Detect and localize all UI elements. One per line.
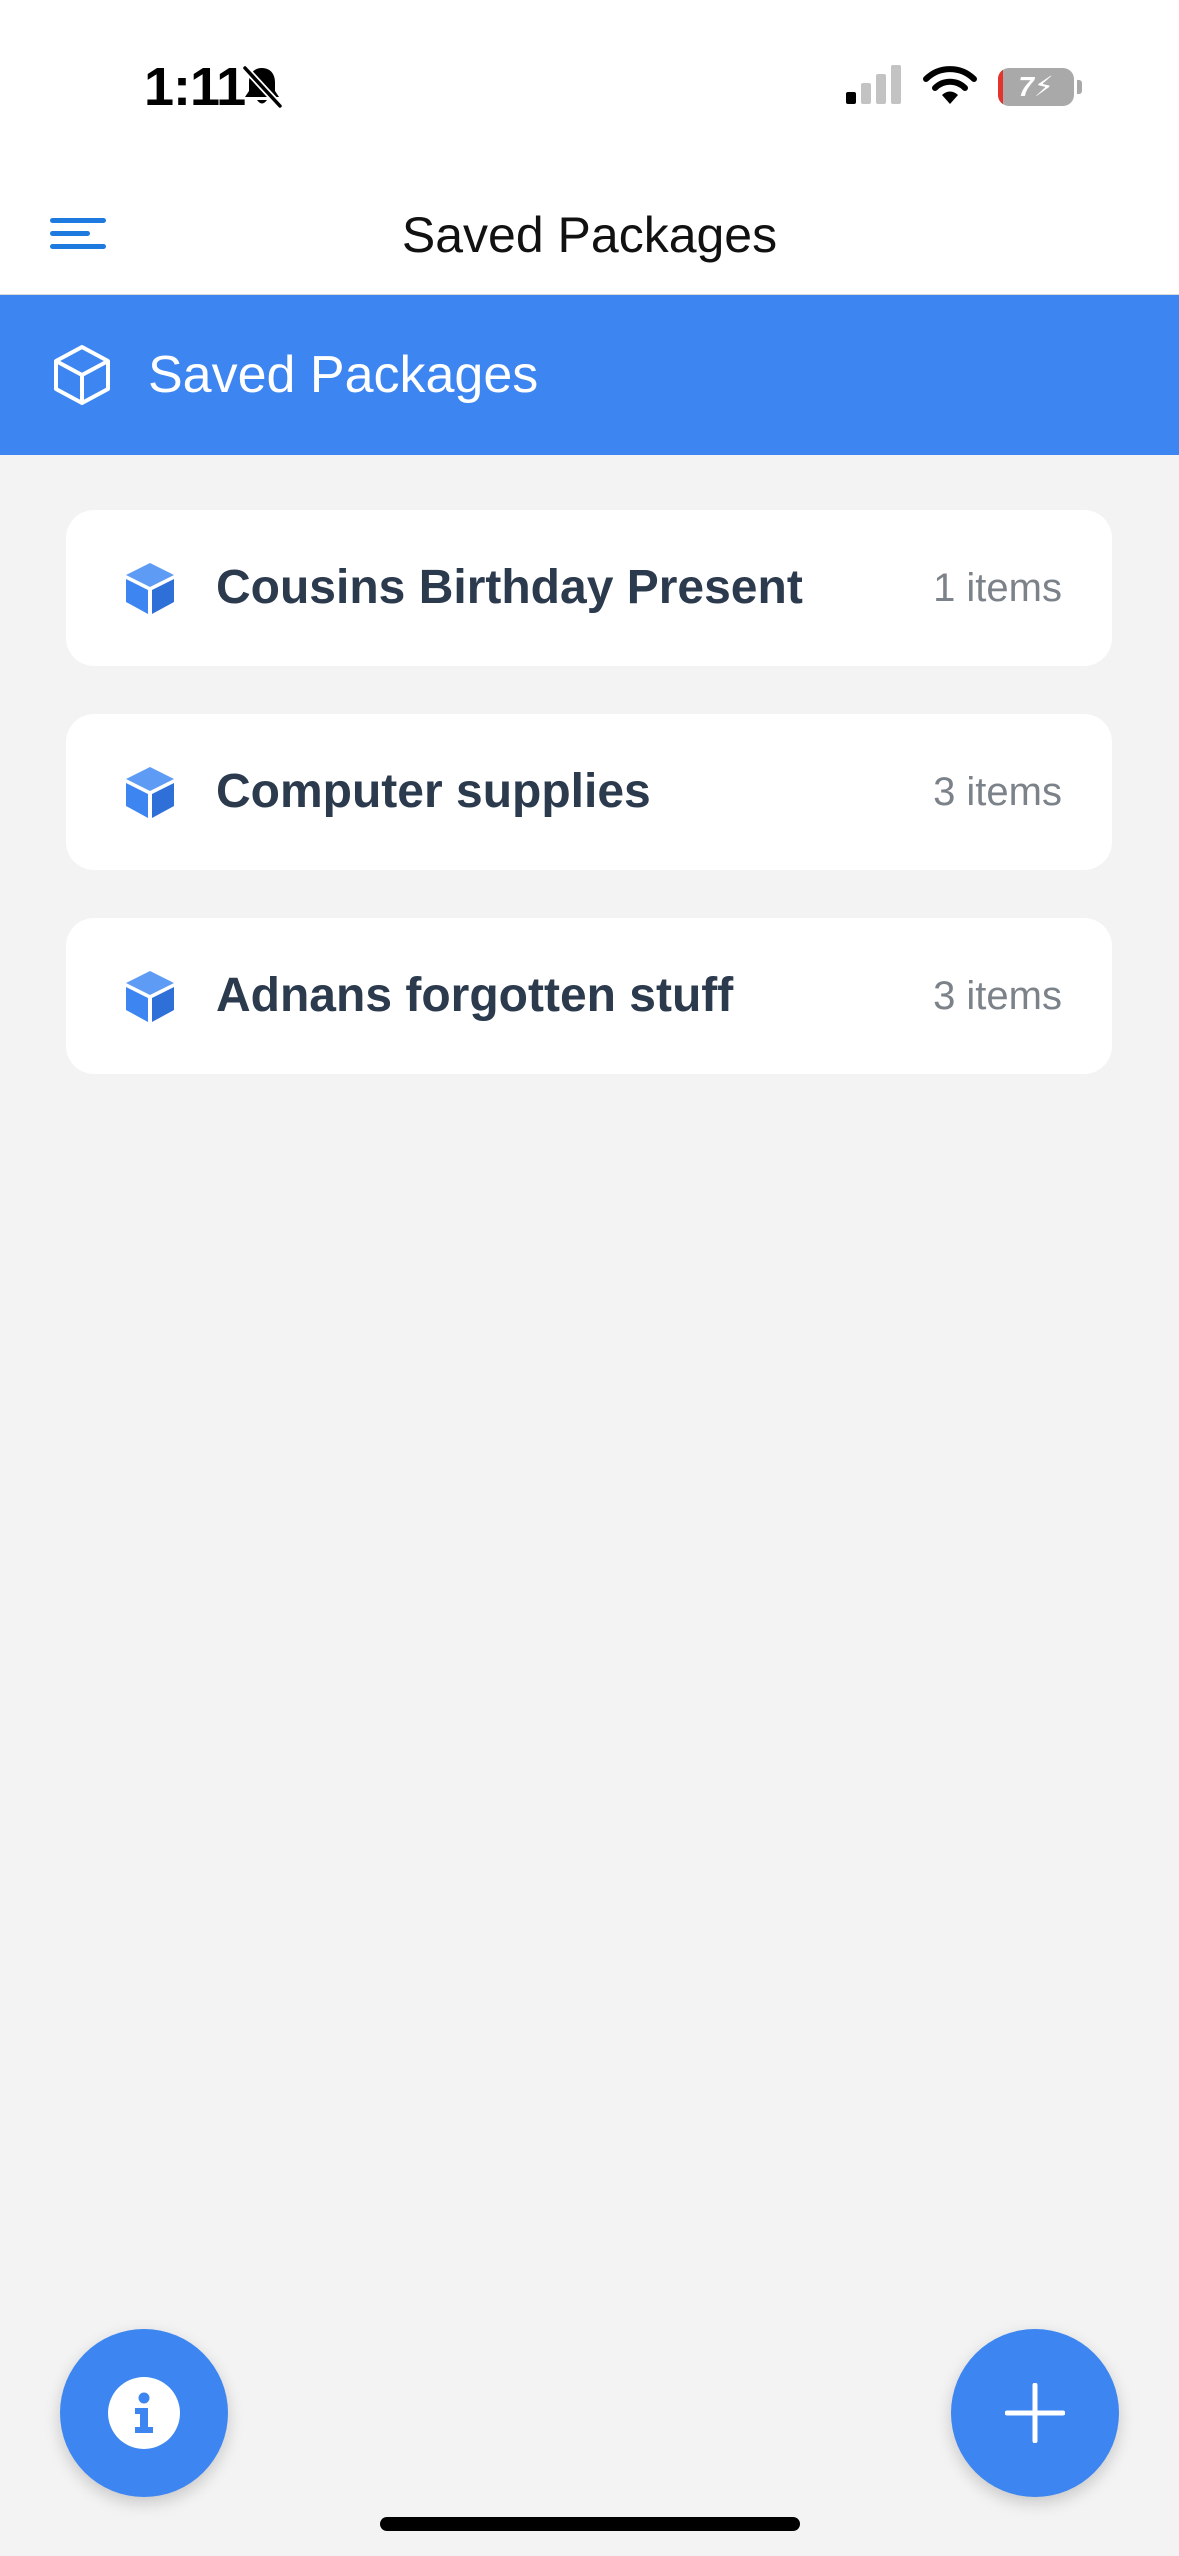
add-package-button[interactable]	[951, 2329, 1119, 2497]
package-name: Adnans forgotten stuff	[216, 969, 734, 1022]
package-item-count: 3 items	[933, 974, 1062, 1018]
battery-level-text: 7⚡	[998, 70, 1074, 104]
package-icon	[126, 767, 174, 818]
package-card[interactable]: Computer supplies 3 items	[66, 714, 1112, 870]
package-item-count: 3 items	[933, 770, 1062, 814]
info-icon	[108, 2377, 180, 2449]
status-bar: 1:11 7⚡	[0, 0, 1179, 176]
package-icon	[126, 563, 174, 614]
plus-icon	[1005, 2383, 1065, 2443]
info-button[interactable]	[60, 2329, 228, 2497]
package-name: Computer supplies	[216, 765, 651, 818]
wifi-icon	[923, 66, 977, 104]
header-banner: Saved Packages	[0, 295, 1179, 455]
home-indicator[interactable]	[380, 2517, 800, 2531]
package-outline-icon	[54, 345, 110, 405]
package-card[interactable]: Adnans forgotten stuff 3 items	[66, 918, 1112, 1074]
banner-title: Saved Packages	[148, 346, 539, 404]
package-icon	[126, 971, 174, 1022]
nav-bar: Saved Packages	[0, 176, 1179, 295]
cellular-signal-icon	[846, 65, 901, 104]
package-item-count: 1 items	[933, 566, 1062, 610]
package-list: Cousins Birthday Present 1 items Compute…	[66, 510, 1112, 1122]
battery-icon: 7⚡	[998, 68, 1074, 106]
package-card[interactable]: Cousins Birthday Present 1 items	[66, 510, 1112, 666]
package-name: Cousins Birthday Present	[216, 561, 803, 614]
battery-cap	[1077, 80, 1082, 94]
status-time: 1:11	[144, 57, 246, 117]
bell-slash-icon	[242, 65, 283, 109]
battery-level: 7	[1018, 71, 1034, 102]
charging-bolt-icon: ⚡	[1033, 71, 1054, 102]
page-title: Saved Packages	[401, 207, 778, 263]
